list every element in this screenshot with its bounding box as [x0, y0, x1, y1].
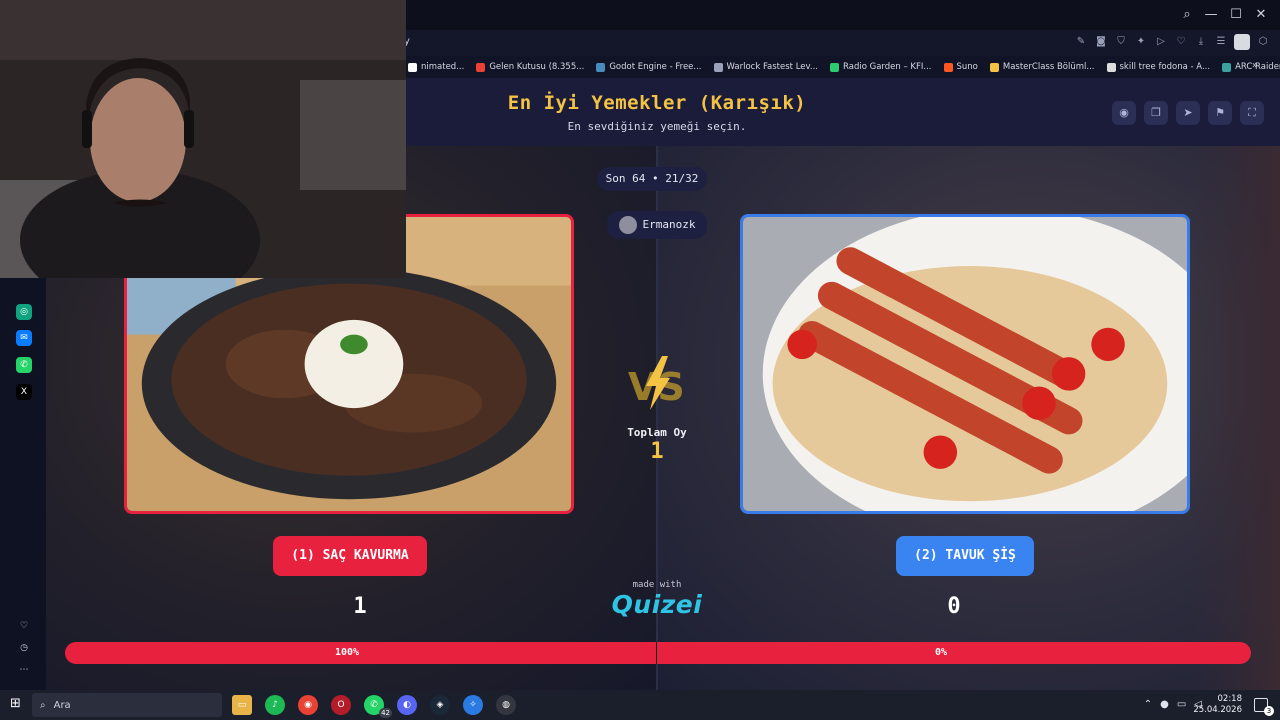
left-percent: 100%	[335, 647, 360, 658]
bookmarks-more-icon[interactable]: »	[1252, 60, 1258, 71]
bookmark-favicon-icon	[1106, 62, 1116, 72]
close-button[interactable]: ✕	[1250, 6, 1272, 24]
tavuk-sis-image	[743, 217, 1187, 511]
whatsapp-icon[interactable]: ✆	[16, 357, 32, 373]
bookmark-label: skill tree fodona - A...	[1119, 62, 1211, 72]
heart-icon[interactable]: ♡	[16, 618, 32, 634]
brand-logo[interactable]: Quizei	[606, 590, 708, 619]
notification-badge: 3	[1264, 706, 1274, 716]
whatsapp-badge: 42	[379, 708, 392, 718]
copy-icon[interactable]: ❐	[1144, 101, 1168, 125]
user-badge: Ermanozk	[607, 211, 707, 239]
choice-left-button[interactable]: (1) SAÇ KAVURMA	[273, 536, 427, 576]
heart-icon[interactable]: ♡	[1174, 34, 1188, 50]
bookmark-label: Warlock Fastest Lev...	[726, 62, 819, 72]
minimize-button[interactable]: —	[1200, 6, 1222, 24]
bookmark-label: Godot Engine - Free...	[609, 62, 702, 72]
vs-icon: VS	[628, 356, 685, 410]
bookmark-favicon-icon	[713, 62, 723, 72]
webcam-image	[0, 0, 406, 278]
bookmark-favicon-icon	[476, 62, 486, 72]
menu-icon[interactable]: ☰	[1214, 34, 1228, 50]
bookmark-label: Gelen Kutusu (8.355...	[489, 62, 585, 72]
bookmark-item[interactable]: skill tree fodona - A...	[1106, 62, 1211, 72]
file-explorer-icon[interactable]: ▭	[232, 695, 252, 715]
download-icon[interactable]: ⤓	[1194, 34, 1208, 50]
steam-icon[interactable]: ◈	[430, 695, 450, 715]
bookmark-item[interactable]: Radio Garden – KFI...	[830, 62, 932, 72]
search-placeholder: Ara	[53, 699, 71, 711]
eye-icon[interactable]: ◉	[1112, 101, 1136, 125]
profile-avatar[interactable]	[1234, 34, 1250, 50]
total-votes-value: 1	[650, 439, 664, 464]
bookmark-favicon-icon	[989, 62, 999, 72]
left-vote-count: 1	[353, 594, 367, 619]
bookmark-favicon-icon	[830, 62, 840, 72]
windows-start-icon[interactable]: ⊞	[10, 697, 24, 711]
edit-icon[interactable]: ✎	[1074, 34, 1088, 50]
taskbar-search[interactable]: ⌕ Ara	[32, 693, 222, 717]
shield-icon[interactable]: ⛉	[1114, 34, 1128, 50]
tray-chevron-icon[interactable]: ⌃	[1144, 699, 1152, 710]
bookmark-label: Radio Garden – KFI...	[843, 62, 932, 72]
webcam-overlay	[0, 0, 406, 278]
cube-icon[interactable]: ⬡	[1256, 34, 1270, 50]
right-vote-count: 0	[947, 594, 961, 619]
bookmark-item[interactable]: Gelen Kutusu (8.355...	[476, 62, 584, 72]
camera-icon[interactable]: ◙	[1094, 34, 1108, 50]
bookmark-label: MasterClass Bölüml...	[1002, 62, 1095, 72]
total-votes-label: Toplam Oy	[627, 426, 687, 439]
battlenet-icon[interactable]: ✧	[463, 695, 483, 715]
round-indicator: Son 64 • 21/32	[597, 167, 707, 191]
bookmark-label: Suno	[956, 62, 978, 72]
extension-icon[interactable]: ✦	[1134, 34, 1148, 50]
made-with-label: made with	[632, 580, 682, 590]
bookmark-favicon-icon	[596, 62, 606, 72]
search-icon: ⌕	[40, 699, 46, 711]
option-right-image[interactable]	[740, 214, 1190, 514]
play-icon[interactable]: ▷	[1154, 34, 1168, 50]
windows-taskbar: ⊞ ⌕ Ara ▭ ♪ ◉ O ✆ 42 ◐ ◈ ✧ ◍ ⌃ ● ▭ ◁ 02:1…	[0, 690, 1280, 720]
choice-right-button[interactable]: (2) TAVUK ŞİŞ	[896, 536, 1034, 576]
history-icon[interactable]: ◷	[16, 640, 32, 656]
microphone-icon[interactable]: ●	[1160, 699, 1169, 710]
bookmark-item[interactable]: Godot Engine - Free...	[596, 62, 702, 72]
bookmark-label: nimated...	[421, 62, 465, 72]
bookmark-favicon-icon	[408, 62, 417, 72]
bookmark-item[interactable]: nimated...	[408, 62, 464, 72]
spotify-icon[interactable]: ♪	[265, 695, 285, 715]
opera-icon[interactable]: O	[331, 695, 351, 715]
messenger-icon[interactable]: ✉	[16, 330, 32, 346]
chrome-icon[interactable]: ◉	[298, 695, 318, 715]
right-percent: 0%	[935, 647, 948, 658]
fullscreen-icon[interactable]: ⛶	[1240, 101, 1264, 125]
bookmark-item[interactable]: MasterClass Bölüml...	[989, 62, 1095, 72]
clock-time: 02:18	[1217, 694, 1243, 704]
user-name: Ermanozk	[642, 218, 696, 231]
more-icon[interactable]: ⋯	[16, 662, 32, 678]
progress-divider	[656, 642, 657, 664]
clock-date: 25.04.2026	[1193, 705, 1242, 715]
flag-icon[interactable]: ⚑	[1208, 101, 1232, 125]
send-icon[interactable]: ➤	[1176, 101, 1200, 125]
search-icon[interactable]: ⌕	[1176, 6, 1198, 24]
network-icon[interactable]: ▭	[1177, 699, 1186, 710]
whatsapp-taskbar-icon[interactable]: ✆ 42	[364, 695, 392, 718]
bookmark-favicon-icon	[1222, 62, 1232, 72]
maximize-button[interactable]: ☐	[1225, 6, 1247, 24]
obs-icon[interactable]: ◍	[496, 695, 516, 715]
x-icon[interactable]: X	[16, 384, 32, 400]
bookmark-item[interactable]: Suno	[943, 62, 978, 72]
avatar	[618, 216, 637, 234]
bookmark-favicon-icon	[943, 62, 953, 72]
chatgpt-icon[interactable]: ◎	[16, 304, 32, 320]
vote-progress-bar: 100% 0%	[65, 642, 1251, 664]
background-fade	[1190, 146, 1280, 690]
discord-icon[interactable]: ◐	[397, 695, 417, 715]
bookmark-item[interactable]: Warlock Fastest Lev...	[713, 62, 819, 72]
taskbar-clock[interactable]: 02:18 25.04.2026	[1193, 694, 1242, 716]
